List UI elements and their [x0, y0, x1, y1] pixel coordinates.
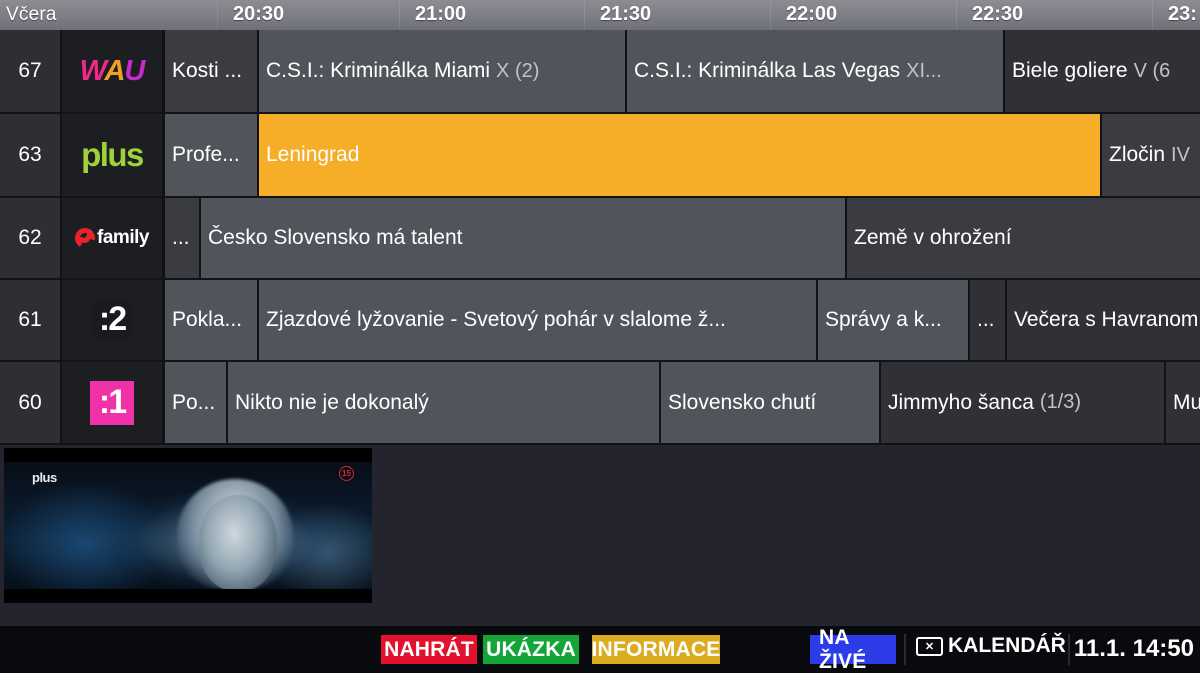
channel-row[interactable]: 60 :1 Po... Nikto nie je dokonalý Slovensko …	[0, 362, 1200, 443]
timeline-separator	[770, 0, 771, 30]
program-cell[interactable]: Česko Slovensko má talent	[199, 198, 845, 278]
channel-logo[interactable]: plus	[62, 114, 162, 196]
channel-row[interactable]: 67 WAU Kosti ... C.S.I.: Kriminálka Miami X …	[0, 30, 1200, 112]
program-cell[interactable]: Nikto nie je dokonalý	[226, 362, 659, 443]
channel-number[interactable]: 63	[0, 114, 60, 196]
clock: 11.1. 14:50	[1073, 635, 1194, 662]
detail-panel: plus 15 Leningrad plus Včera 20:30 22:45…	[0, 445, 1200, 626]
program-title: Česko Slovensko má talent	[208, 226, 463, 249]
timeline-separator	[399, 0, 400, 30]
program-title: Slovensko chutí	[668, 390, 817, 414]
program-episode: (1/3)	[1039, 391, 1082, 413]
action-bar: NAHRÁT UKÁZKA INFORMACE NA ŽIVÉ ✕ KALENDÁŘ…	[0, 626, 1200, 673]
program-title: Správy a k...	[825, 308, 942, 331]
dvojka-logo: :2	[91, 301, 133, 339]
program-cell[interactable]: Slovensko chutí	[659, 362, 879, 443]
timeline-tick: 22:30	[972, 3, 1024, 25]
program-cell[interactable]: Zločin IV	[1100, 114, 1200, 196]
timeline-tick: 21:30	[600, 3, 652, 25]
program-cell[interactable]: Země v ohrožení	[845, 198, 1200, 278]
program-title: Jimmyho šanca	[888, 390, 1034, 414]
program-title: Mu	[1173, 390, 1200, 414]
program-cell[interactable]: C.S.I.: Kriminálka Las Vegas XI...	[625, 30, 1003, 112]
calendar-button[interactable]: ✕ KALENDÁŘ	[916, 634, 1066, 658]
program-cell[interactable]: Pokla...	[163, 280, 257, 360]
age-rating-badge: 15	[339, 466, 354, 481]
program-title: Zločin	[1109, 143, 1166, 166]
thumbnail-figure-face	[199, 494, 278, 591]
program-cell[interactable]: Kosti ...	[163, 30, 257, 112]
action-button[interactable]: UKÁZKA	[483, 635, 579, 664]
divider	[1068, 634, 1070, 665]
program-title: Po...	[172, 390, 216, 414]
action-button[interactable]: INFORMACE	[592, 635, 720, 664]
wau-logo: WAU	[79, 54, 146, 87]
program-title: Kosti ...	[172, 59, 243, 82]
program-thumbnail: plus 15	[4, 448, 372, 603]
program-cell[interactable]: Leningrad	[257, 114, 1100, 196]
timeline-tick: 21:00	[415, 3, 467, 25]
plus-logo: plus	[81, 136, 144, 173]
channel-row[interactable]: 61 :2 Pokla... Zjazdové lyžovanie - Svetový…	[0, 280, 1200, 360]
timeline-day-label: Včera	[6, 4, 57, 25]
letterbox-top	[4, 448, 372, 462]
program-title: ...	[172, 226, 190, 249]
program-cell[interactable]: Mu	[1164, 362, 1200, 443]
program-title: Země v ohrožení	[854, 226, 1012, 249]
channel-logo[interactable]: WAU	[62, 30, 162, 112]
program-cell[interactable]: Jimmyho šanca (1/3)	[879, 362, 1164, 443]
live-button[interactable]: NA ŽIVÉ	[810, 626, 896, 673]
program-grid[interactable]: 67 WAU Kosti ... C.S.I.: Kriminálka Miami X …	[0, 30, 1200, 443]
epg-screen: Včera 20:30 21:00 21:30 22:00 22:30 23: 67 WAU…	[0, 0, 1200, 673]
channel-row[interactable]: 62 family... Česko Slovensko má talent Země…	[0, 198, 1200, 278]
timeline-tick: 23:	[1168, 3, 1197, 25]
timeline-separator	[584, 0, 585, 30]
channel-number[interactable]: 60	[0, 362, 60, 443]
channel-logo[interactable]: :2	[62, 280, 162, 360]
thumbnail-watermark: plus	[32, 470, 57, 485]
program-episode: V (6	[1133, 59, 1171, 82]
program-episode: IV	[1171, 143, 1190, 166]
timeline-separator	[217, 0, 218, 30]
channel-logo[interactable]: :1	[62, 362, 162, 443]
timeline-header: Včera 20:30 21:00 21:30 22:00 22:30 23:	[0, 0, 1200, 30]
program-cell[interactable]: C.S.I.: Kriminálka Miami X (2)	[257, 30, 625, 112]
timeline-tick: 22:00	[786, 3, 838, 25]
timeline-separator	[1152, 0, 1153, 30]
program-title: Profe...	[172, 143, 240, 166]
family-logo: family	[75, 227, 149, 249]
program-cell[interactable]: Večera s Havranom	[1005, 280, 1200, 360]
program-title: Leningrad	[266, 143, 360, 166]
program-cell[interactable]: ...	[968, 280, 1005, 360]
program-title: Nikto nie je dokonalý	[235, 390, 429, 414]
program-title: Zjazdové lyžovanie - Svetový pohár v sla…	[266, 308, 726, 331]
program-title: C.S.I.: Kriminálka Miami	[266, 59, 491, 82]
channel-number[interactable]: 61	[0, 280, 60, 360]
program-title: ...	[977, 308, 995, 331]
action-button[interactable]: NAHRÁT	[381, 635, 477, 664]
program-cell[interactable]: Správy a k...	[816, 280, 968, 360]
program-cell[interactable]: Zjazdové lyžovanie - Svetový pohár v sla…	[257, 280, 816, 360]
program-title: C.S.I.: Kriminálka Las Vegas	[634, 59, 901, 82]
channel-number[interactable]: 67	[0, 30, 60, 112]
program-cell[interactable]: ...	[163, 198, 199, 278]
timeline-tick: 20:30	[233, 3, 285, 25]
channel-number[interactable]: 62	[0, 198, 60, 278]
program-cell[interactable]: Profe...	[163, 114, 257, 196]
channel-row[interactable]: 63 plus Profe... Leningrad Zločin IV	[0, 114, 1200, 196]
program-episode: XI...	[906, 59, 942, 82]
channel-logo[interactable]: family	[62, 198, 162, 278]
program-cell[interactable]: Po...	[163, 362, 226, 443]
program-cell[interactable]: Biele goliere V (6	[1003, 30, 1200, 112]
divider	[904, 634, 906, 665]
program-title: Večera s Havranom	[1014, 308, 1199, 331]
program-episode: X (2)	[496, 59, 540, 82]
backspace-icon: ✕	[916, 636, 943, 656]
program-title: Biele goliere	[1012, 59, 1128, 82]
timeline-separator	[956, 0, 957, 30]
jednotka-logo: :1	[89, 380, 135, 425]
letterbox-bottom	[4, 589, 372, 603]
program-title: Pokla...	[172, 308, 243, 331]
calendar-label: KALENDÁŘ	[948, 634, 1066, 657]
